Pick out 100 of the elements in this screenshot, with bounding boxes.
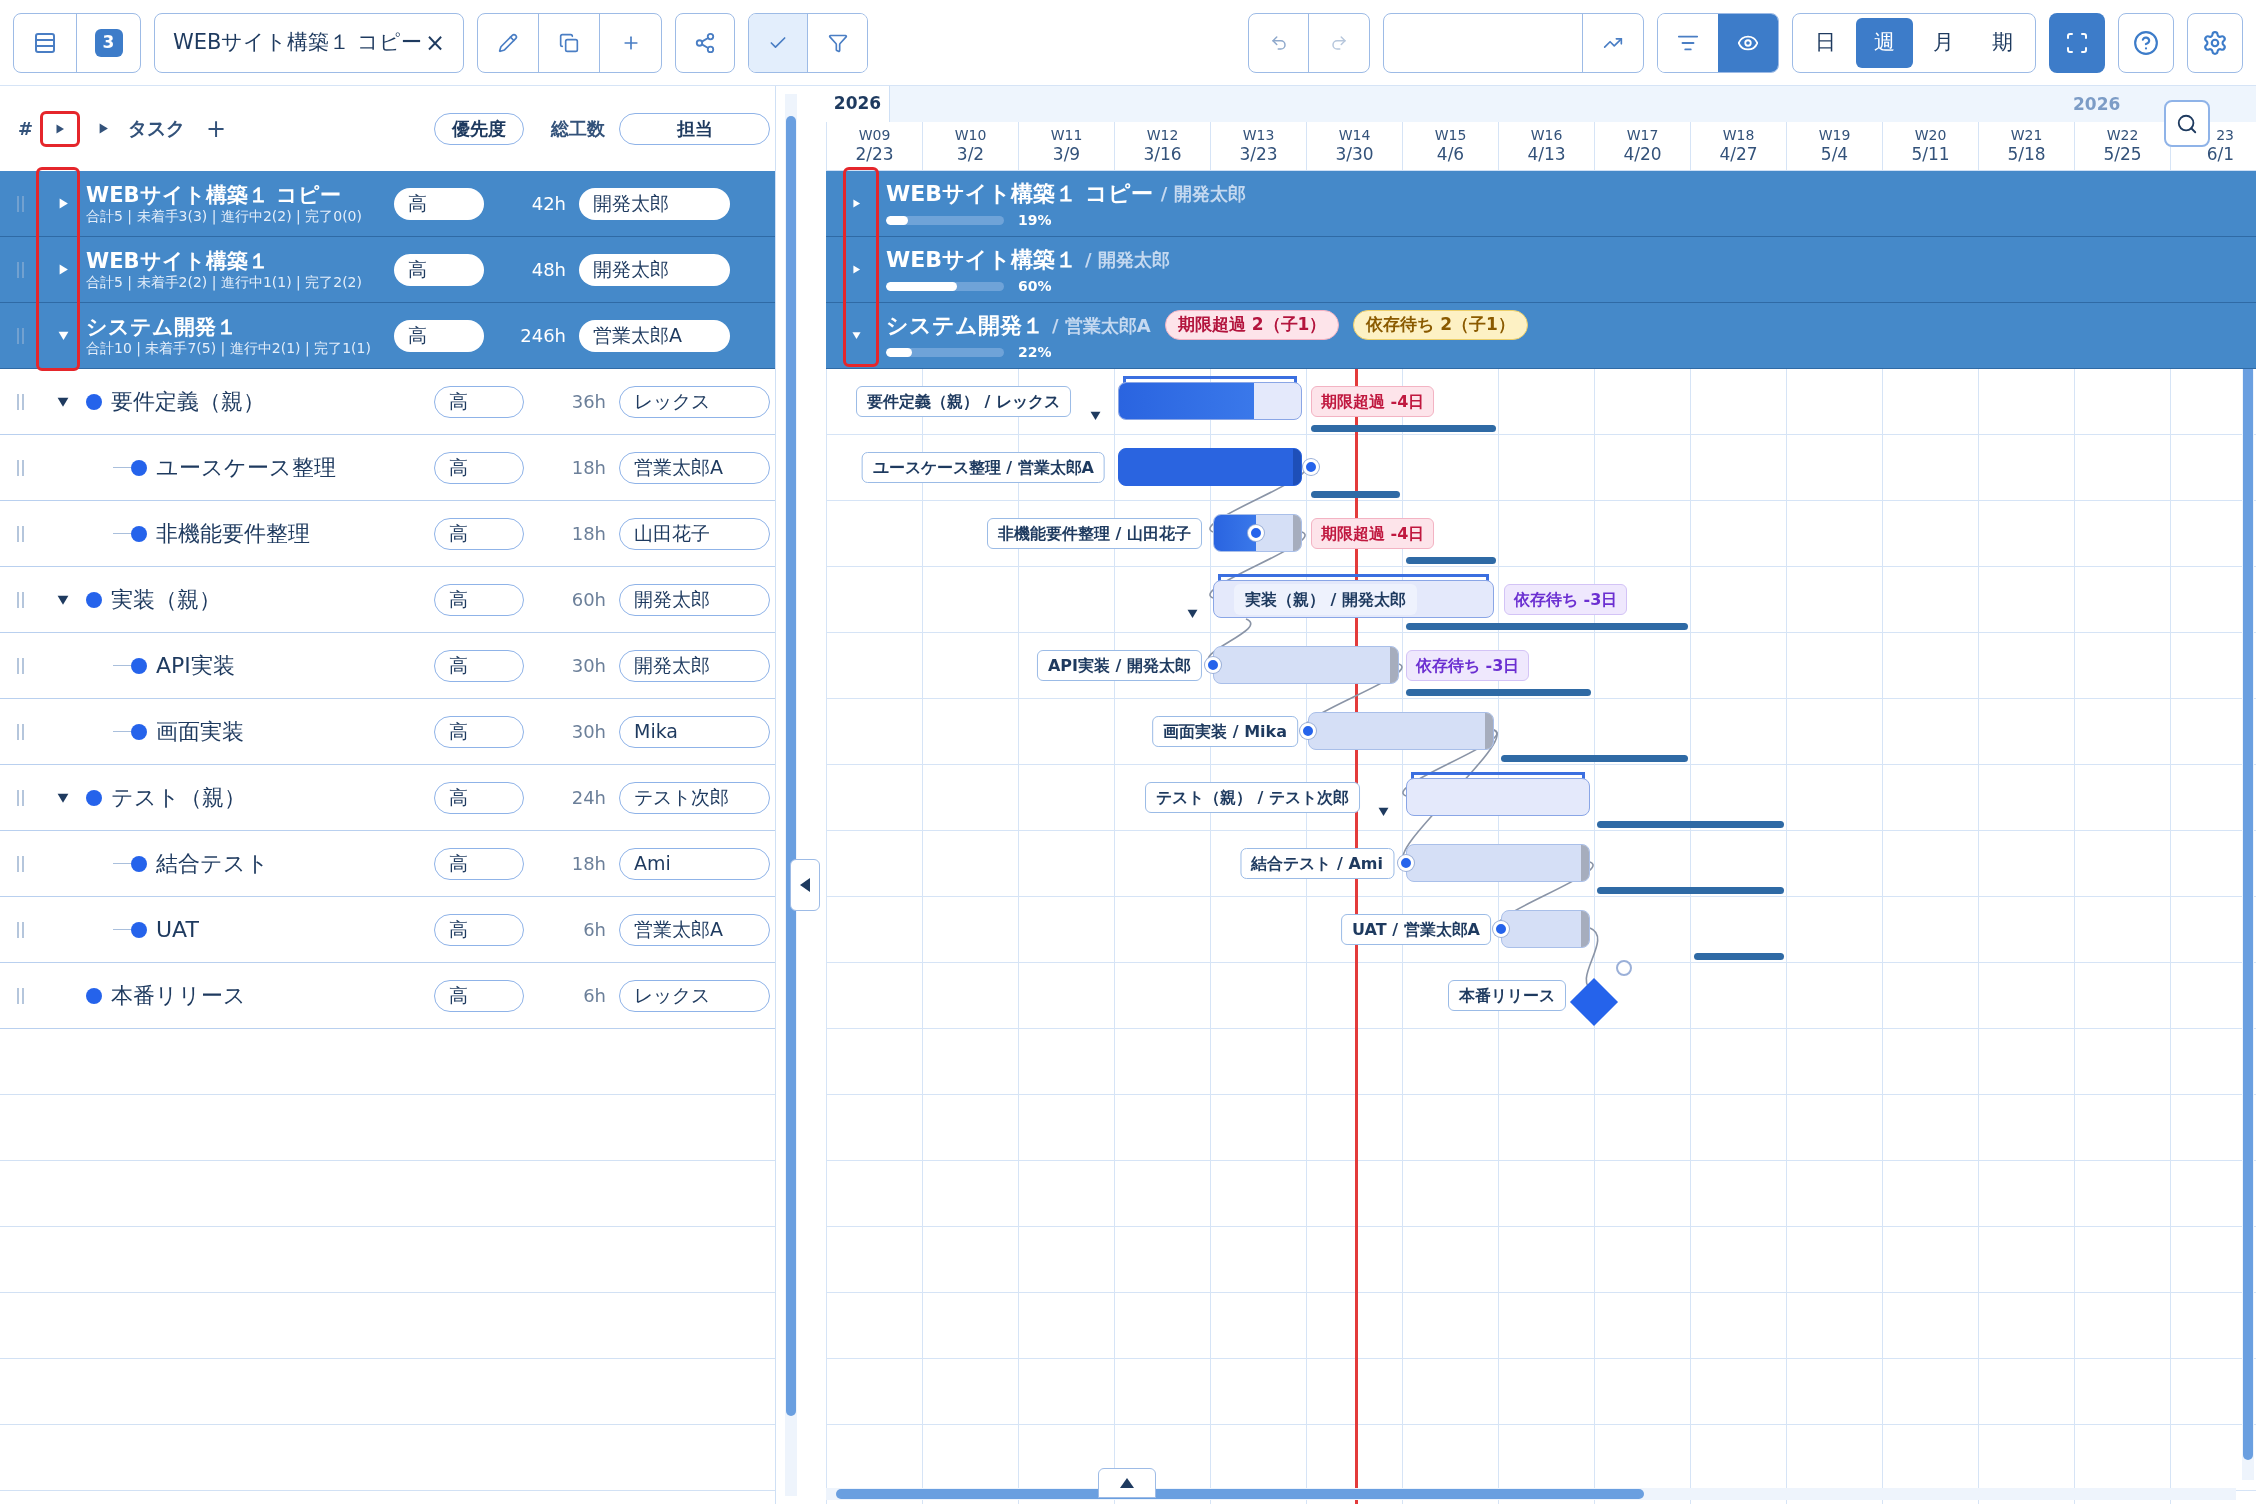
assignee-pill[interactable]: 開発太郎 — [619, 649, 770, 682]
priority-pill[interactable]: 高 — [434, 913, 524, 946]
caret-icon[interactable] — [98, 123, 109, 134]
drag-handle-icon[interactable] — [16, 591, 24, 608]
eye-view-button[interactable] — [1718, 13, 1778, 72]
drag-handle-icon[interactable] — [16, 261, 24, 278]
vertical-scrollbar[interactable] — [785, 94, 797, 1496]
assignee-pill[interactable]: レックス — [619, 385, 770, 418]
drag-handle-icon[interactable] — [16, 393, 24, 410]
drag-handle-icon[interactable] — [16, 657, 24, 674]
expand-panel-button[interactable] — [1098, 1468, 1156, 1498]
bar-end-handle[interactable] — [1293, 515, 1301, 551]
link-handle-icon[interactable] — [1616, 960, 1632, 976]
view-mode-tab[interactable]: 日 — [1797, 17, 1854, 68]
bar-label: API実装 / 開発太郎 — [1036, 650, 1202, 681]
priority-pill[interactable]: 高 — [434, 385, 524, 418]
bar-end-handle[interactable] — [1293, 449, 1301, 485]
project-row[interactable]: システム開発１ 合計10 | 未着手7(5) | 進行中2(1) | 完了1(1) 高 246h 営業太郎A — [0, 303, 775, 369]
caret-icon[interactable] — [57, 791, 69, 804]
caret-icon[interactable] — [1090, 410, 1101, 421]
priority-pill[interactable]: 高 — [434, 583, 524, 616]
vertical-scrollbar[interactable] — [2242, 369, 2254, 1480]
project-bar-row[interactable]: WEBサイト構築１ コピー / 開発太郎 19% — [826, 171, 2256, 237]
priority-pill[interactable]: 高 — [394, 187, 484, 220]
priority-pill[interactable]: 高 — [434, 517, 524, 550]
assignee-pill[interactable]: 開発太郎 — [619, 583, 770, 616]
priority-pill[interactable]: 高 — [434, 715, 524, 748]
priority-pill[interactable]: 高 — [394, 319, 484, 352]
project-row[interactable]: WEBサイト構築１ コピー 合計5 | 未着手3(3) | 進行中2(2) | 完了0(0) 高 42h 開発太郎 — [0, 171, 775, 237]
project-bar-row[interactable]: WEBサイト構築１ / 開発太郎 60% — [826, 237, 2256, 303]
task-row[interactable]: ユースケース整理 高 18h 営業太郎A — [0, 435, 775, 501]
bar-end-handle[interactable] — [1581, 845, 1589, 881]
drag-handle-icon[interactable] — [16, 855, 24, 872]
priority-pill[interactable]: 高 — [434, 979, 524, 1012]
assignee-pill[interactable]: テスト次郎 — [619, 781, 770, 814]
summary-bar[interactable] — [1118, 382, 1302, 420]
bar-end-handle[interactable] — [1581, 911, 1589, 947]
assignee-pill[interactable]: 営業太郎A — [619, 913, 770, 946]
hours-value: 6h — [582, 984, 606, 1008]
drag-handle-icon[interactable] — [16, 789, 24, 806]
task-row[interactable]: 非機能要件整理 高 18h 山田花子 — [0, 501, 775, 567]
task-header: タスク — [128, 116, 185, 142]
expand-all-button[interactable] — [40, 110, 80, 147]
task-row[interactable]: 実装（親） 高 60h 開発太郎 — [0, 567, 775, 633]
assignee-pill[interactable]: 開発太郎 — [579, 253, 730, 286]
horizontal-scrollbar[interactable] — [826, 1488, 2236, 1500]
drag-handle-icon[interactable] — [16, 921, 24, 938]
bar-label: 実装（親） / 開発太郎 — [1234, 584, 1417, 615]
assignee-pill[interactable]: Mika — [619, 715, 770, 748]
drag-handle-icon[interactable] — [16, 987, 24, 1004]
drag-handle-icon[interactable] — [16, 459, 24, 476]
drag-handle-icon[interactable] — [16, 723, 24, 740]
priority-pill[interactable]: 高 — [434, 451, 524, 484]
bar-end-handle[interactable] — [1390, 647, 1398, 683]
view-mode-tab[interactable]: 月 — [1915, 17, 1972, 68]
task-row[interactable]: テスト（親） 高 24h テスト次郎 — [0, 765, 775, 831]
settings-button[interactable] — [2187, 12, 2243, 73]
year-tab[interactable]: 2026 — [826, 86, 890, 122]
drag-handle-icon[interactable] — [16, 195, 24, 212]
assignee-pill[interactable]: Ami — [619, 847, 770, 880]
bar-end-handle[interactable] — [1485, 713, 1493, 749]
task-row[interactable]: 本番リリース 高 6h レックス — [0, 963, 775, 1029]
week-header: W15 4/6 — [1402, 122, 1498, 170]
priority-pill[interactable]: 高 — [434, 649, 524, 682]
add-column-button[interactable]: + — [206, 116, 227, 141]
drag-handle-icon[interactable] — [16, 525, 24, 542]
task-row[interactable]: 要件定義（親） 高 36h レックス — [0, 369, 775, 435]
priority-pill[interactable]: 高 — [394, 253, 484, 286]
assignee-pill[interactable]: レックス — [619, 979, 770, 1012]
assignee-pill[interactable]: 開発太郎 — [579, 187, 730, 220]
caret-icon[interactable] — [1378, 806, 1389, 817]
drag-handle-icon[interactable] — [16, 327, 24, 344]
project-tab[interactable]: WEBサイト構築１ コピー× — [154, 12, 464, 73]
task-row[interactable]: 結合テスト 高 18h Ami — [0, 831, 775, 897]
caret-icon[interactable] — [57, 593, 69, 606]
view-mode-tab[interactable]: 週 — [1856, 17, 1913, 68]
help-button[interactable] — [2118, 12, 2174, 73]
fullscreen-button[interactable] — [2049, 12, 2105, 73]
collapse-panel-button[interactable] — [790, 859, 820, 911]
caret-icon[interactable] — [1187, 608, 1198, 619]
task-row[interactable]: UAT 高 6h 営業太郎A — [0, 897, 775, 963]
priority-pill[interactable]: 高 — [434, 781, 524, 814]
view-mode-tab[interactable]: 期 — [1974, 17, 2031, 68]
task-bar[interactable] — [1501, 910, 1590, 948]
close-button[interactable]: × — [424, 30, 445, 55]
assignee-pill[interactable]: 営業太郎A — [579, 319, 730, 352]
priority-pill[interactable]: 高 — [434, 847, 524, 880]
assignee-pill[interactable]: 営業太郎A — [619, 451, 770, 484]
task-row[interactable]: 画面実装 高 30h Mika — [0, 699, 775, 765]
caret-icon[interactable] — [55, 123, 65, 134]
task-bar[interactable] — [1213, 514, 1302, 552]
project-row[interactable]: WEBサイト構築１ 合計5 | 未着手2(2) | 進行中1(1) | 完了2(2) 高 48h 開発太郎 — [0, 237, 775, 303]
project-bar-row[interactable]: システム開発１ / 営業太郎A 期限超過 2（子1） 依存待ち 2（子1） 22% — [826, 303, 2256, 369]
check-toggle-button[interactable] — [749, 13, 808, 72]
caret-icon[interactable] — [57, 395, 69, 408]
hours-value: 18h — [570, 852, 606, 876]
project-summary: 合計5 | 未着手3(3) | 進行中2(2) | 完了0(0) — [86, 207, 363, 226]
search-button[interactable] — [2164, 100, 2210, 147]
assignee-pill[interactable]: 山田花子 — [619, 517, 770, 550]
task-row[interactable]: API実装 高 30h 開発太郎 — [0, 633, 775, 699]
